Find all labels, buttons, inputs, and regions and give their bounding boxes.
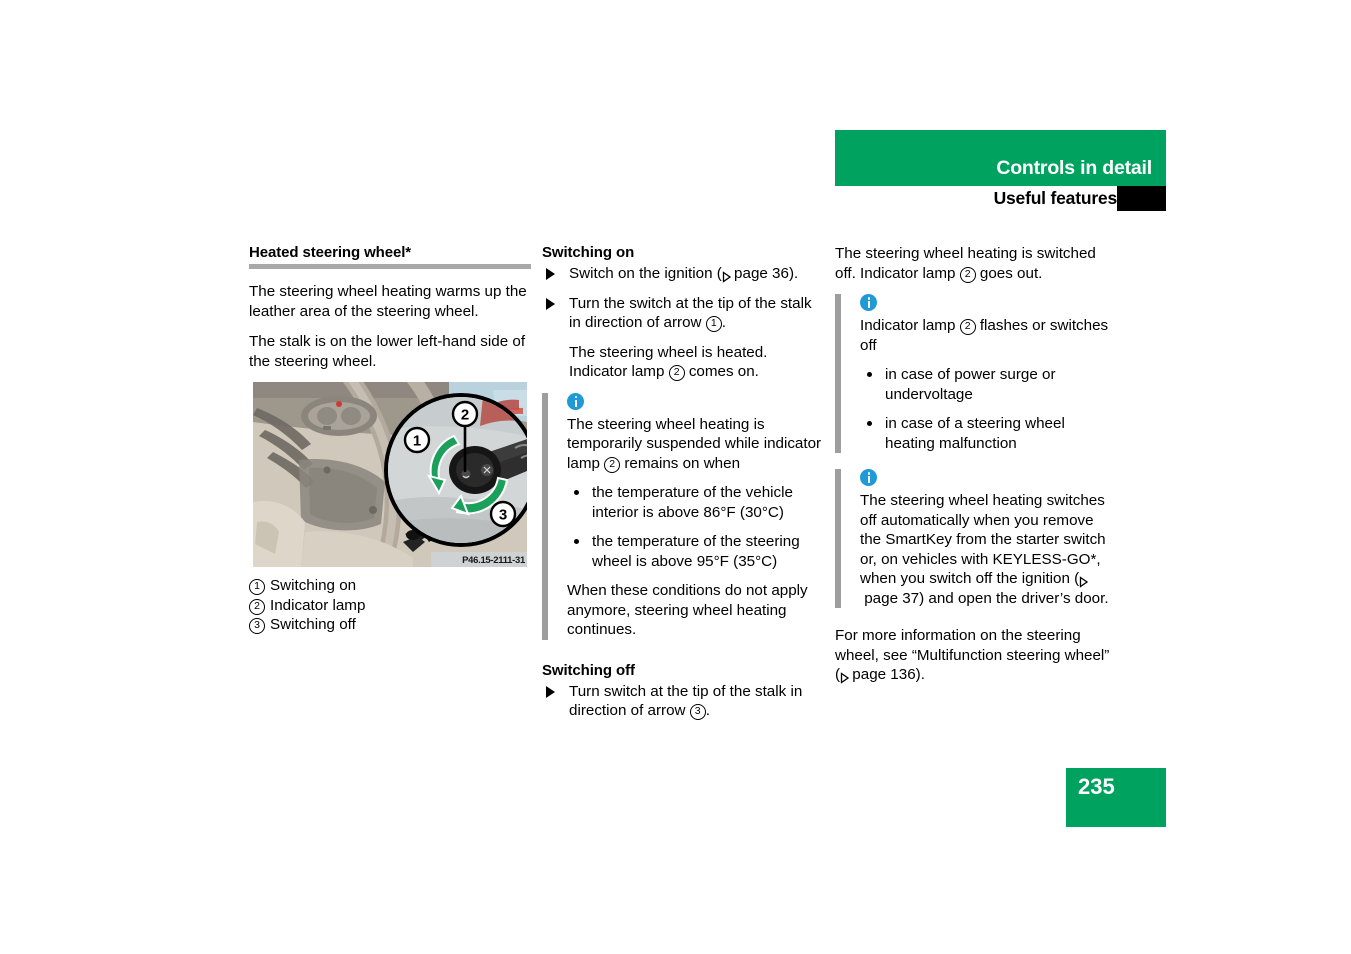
info-closing-paragraph: When these conditions do not apply anymo… xyxy=(567,582,808,638)
figure-legend: 1 Switching on 2 Indicator lamp 3 Switching… xyxy=(249,576,531,635)
info-text-tail: remains on when xyxy=(620,454,741,472)
figure-code-label: P46.15-2111-31 xyxy=(462,555,525,566)
legend-number: 1 xyxy=(249,579,265,595)
right-column: The steering wheel heating is switched o… xyxy=(835,244,1117,696)
figure-photo: 2 1 3 xyxy=(253,382,527,567)
chapter-thumb-tab xyxy=(1117,186,1166,211)
header-banner: Controls in detail xyxy=(835,130,1166,186)
bullet-dot-icon xyxy=(574,490,579,495)
callout-number: 2 xyxy=(668,365,685,381)
page-title: Controls in detail xyxy=(996,157,1152,179)
step-text-tail: ). xyxy=(788,265,799,282)
step-text: Turn the switch at the tip of the stalk … xyxy=(569,294,812,332)
info-box-bar xyxy=(542,392,548,640)
info-box-auto-switch-off: The steering wheel heating switches off … xyxy=(835,469,1117,608)
info-box-bar xyxy=(835,469,841,608)
legend-item: 2 Indicator lamp xyxy=(249,596,531,616)
info-bullet-item: in case of power surge or undervoltage xyxy=(860,365,1117,404)
callout-number: 2 xyxy=(959,319,976,335)
svg-text:3: 3 xyxy=(499,507,507,524)
legend-label: Switching off xyxy=(270,616,356,633)
bullet-dot-icon xyxy=(867,421,872,426)
step-text-tail: . xyxy=(705,702,710,719)
legend-number: 2 xyxy=(249,598,265,615)
legend-label: Switching on xyxy=(270,577,357,594)
bullet-dot-icon xyxy=(867,372,872,377)
legend-item: 1 Switching on xyxy=(249,576,531,596)
svg-text:1: 1 xyxy=(413,433,421,450)
section-heading-heated-steering-wheel: Heated steering wheel* xyxy=(249,244,412,261)
info-icon xyxy=(567,392,584,410)
legend-number: 3 xyxy=(249,618,265,634)
section-heading-switching-off: Switching off xyxy=(542,661,635,679)
step-arrow-icon xyxy=(546,268,555,280)
bullet-text: the temperature of the steering wheel is… xyxy=(592,533,800,570)
result-text-tail: goes out. xyxy=(975,264,1043,282)
info-box-temporary-suspension: The steering wheel heating is temporaril… xyxy=(542,392,824,640)
callout-number: 2 xyxy=(959,266,976,283)
info-text-tail: ) and open the driver’s door. xyxy=(919,589,1109,607)
info-text: Indicator lamp xyxy=(860,317,960,334)
step-turn-switch-on: Turn the switch at the tip of the stalk … xyxy=(542,294,824,333)
result-text-tail: comes on. xyxy=(684,363,759,380)
closing-cross-reference: For more information on the steering whe… xyxy=(835,626,1117,685)
legend-item: 3 Switching off xyxy=(249,615,531,635)
bullet-text: the temperature of the vehicle interior … xyxy=(592,484,793,521)
closing-text-tail: ). xyxy=(915,666,925,683)
svg-text:2: 2 xyxy=(461,407,469,424)
page-reference-label[interactable]: page 36 xyxy=(734,265,789,282)
callout-number: 1 xyxy=(705,316,722,332)
legend-label: Indicator lamp xyxy=(270,596,366,614)
info-bullet-item: the temperature of the steering wheel is… xyxy=(567,532,824,571)
bullet-text: in case of a steering wheel heating malf… xyxy=(885,415,1065,452)
step-text: Switch on the ignition ( xyxy=(569,265,722,282)
info-bullet-item: the temperature of the vehicle interior … xyxy=(567,483,824,522)
callout-number: 3 xyxy=(689,704,706,720)
page-number: 235 xyxy=(1078,774,1115,799)
info-icon xyxy=(860,469,877,486)
middle-column: Switching on Switch on the ignition ( pa… xyxy=(542,244,824,731)
info-bullet-item: in case of a steering wheel heating malf… xyxy=(860,414,1117,453)
info-box-lamp-flashes: Indicator lamp 2 flashes or switches off… xyxy=(835,294,1117,453)
section-heading-switching-on: Switching on xyxy=(542,244,635,261)
info-lead-paragraph: The steering wheel heating is temporaril… xyxy=(567,415,824,474)
step-arrow-icon xyxy=(546,297,555,310)
step-result-heated: The steering wheel is heated. Indicator … xyxy=(542,343,824,382)
info-text: The steering wheel heating switches off … xyxy=(860,492,1106,587)
step-turn-switch-off: Turn switch at the tip of the stalk in d… xyxy=(542,682,824,721)
heading-rule xyxy=(249,264,531,269)
intro-paragraph-2: The stalk is on the lower left-hand side… xyxy=(249,333,526,370)
figure-steering-stalk: 2 1 3 P46.15-2111-31 xyxy=(253,382,527,567)
step-arrow-icon xyxy=(546,685,555,698)
bullet-dot-icon xyxy=(574,539,579,544)
result-switched-off: The steering wheel heating is switched o… xyxy=(835,244,1117,283)
intro-paragraph-1: The steering wheel heating warms up the … xyxy=(249,283,527,320)
step-switch-on-ignition: Switch on the ignition ( page 36). xyxy=(542,264,824,284)
bullet-text: in case of power surge or undervoltage xyxy=(885,366,1056,403)
info-box-bar xyxy=(835,294,841,453)
page-reference-label[interactable]: page 136 xyxy=(852,666,915,683)
info-paragraph: The steering wheel heating switches off … xyxy=(860,491,1117,608)
left-column: Heated steering wheel* The steering whee… xyxy=(249,244,531,635)
page-subtitle: Useful features xyxy=(993,188,1118,208)
callout-number: 2 xyxy=(604,456,621,473)
page-reference-label[interactable]: page 37 xyxy=(864,590,919,607)
step-text-tail: . xyxy=(721,314,726,331)
info-icon xyxy=(860,294,877,311)
step-text: Turn switch at the tip of the stalk in d… xyxy=(569,682,803,720)
info-lead-paragraph: Indicator lamp 2 flashes or switches off xyxy=(860,316,1117,355)
page-number-box: 235 xyxy=(1066,768,1166,827)
